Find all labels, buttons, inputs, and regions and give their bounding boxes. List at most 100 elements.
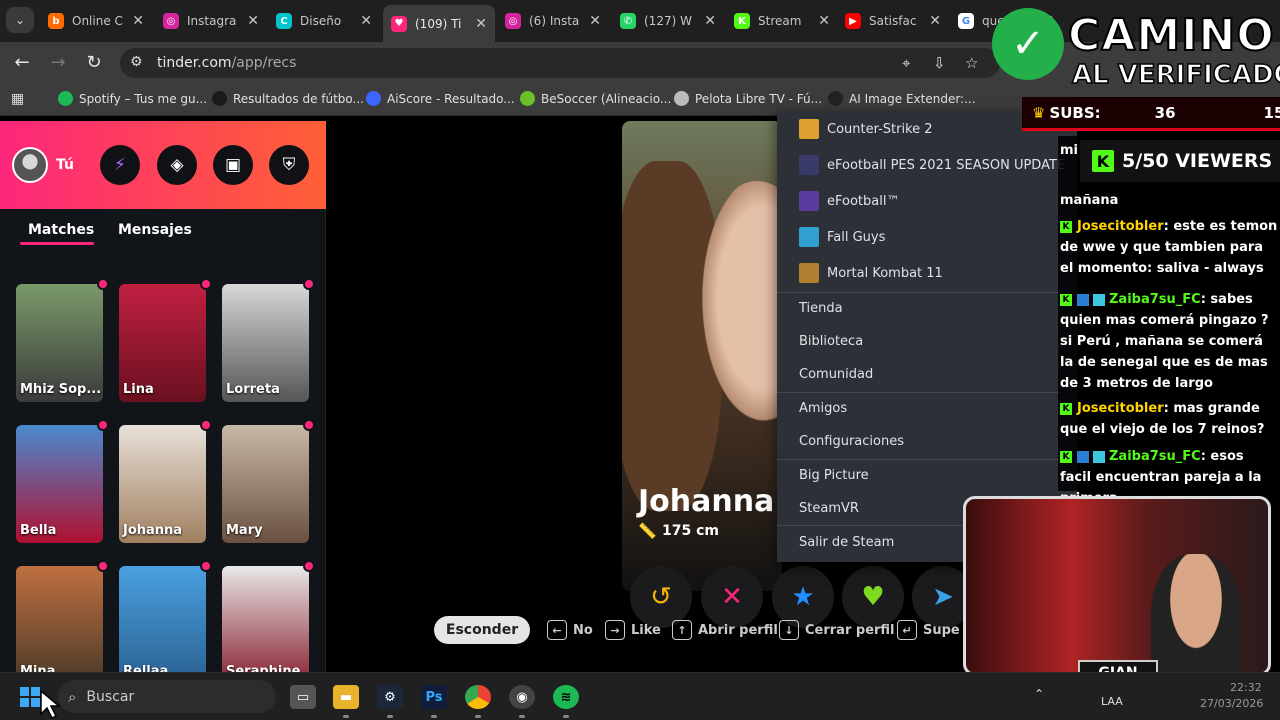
chat-username: Josecitobler [1077,401,1164,416]
explore-icon[interactable]: ◈ [157,145,197,185]
browser-tab[interactable]: C Diseño ✕ [268,6,380,36]
bookmark-item[interactable]: Spotify – Tus me gu... [58,91,207,106]
apps-grid-icon[interactable]: ▦ [11,91,24,107]
windows-start-icon[interactable] [20,687,40,707]
bookmark-item[interactable]: AiScore - Resultado... [366,91,515,106]
steam-menu-item[interactable]: Tienda [799,301,843,316]
browser-tab[interactable]: ✆ (127) W ✕ [612,6,724,36]
hide-shortcuts-button[interactable]: Esconder [434,616,530,644]
tab-close-icon[interactable]: ✕ [475,16,487,32]
taskbar-search[interactable]: ⌕ Buscar [58,680,276,713]
address-bar[interactable]: ⚙ tinder.com/app/recs ⌖ ⇩ ☆ [120,48,1000,78]
back-button[interactable]: ← [11,52,33,73]
tab-favicon-icon: K [734,13,750,29]
match-card[interactable]: Lina [119,284,206,402]
briefcase-icon[interactable]: ▣ [213,145,253,185]
site-info-icon[interactable]: ⚙ [130,54,143,70]
tab-favicon-icon: ✆ [620,13,636,29]
clock-time[interactable]: 22:32 [1230,681,1262,694]
steam-recent-game[interactable]: eFootball™ [777,183,1077,219]
match-card[interactable]: Mina [16,566,103,684]
search-icon: ⌕ [68,687,77,706]
tab-close-icon[interactable]: ✕ [589,13,601,29]
key-arrow-icon: ↑ [672,620,692,640]
steam-menu-item[interactable]: Configuraciones [799,434,904,449]
match-card[interactable]: Seraphine [222,566,309,684]
tab-close-icon[interactable]: ✕ [818,13,830,29]
browser-tab[interactable]: ▶ Satisfac ✕ [837,6,949,36]
tab-close-icon[interactable]: ✕ [360,13,372,29]
steam-menu-item[interactable]: Biblioteca [799,334,863,349]
browser-tab[interactable]: ◎ Instagra ✕ [155,6,267,36]
tab-label: (127) W [644,14,692,28]
match-card[interactable]: Rellaa [119,566,206,684]
spotify-icon[interactable]: ≋ [553,685,579,709]
steam-menu-item[interactable]: Salir de Steam [799,535,894,550]
input-language[interactable]: LAA [1101,695,1123,708]
profile-card[interactable] [622,121,782,591]
match-card[interactable]: Lorreta [222,284,309,402]
viewers-text: 5/50 VIEWERS [1122,150,1273,172]
reload-button[interactable]: ↻ [83,52,105,73]
tab-messages[interactable]: Mensajes [118,222,192,238]
match-card[interactable]: Johanna [119,425,206,543]
sub-badge-icon [1077,293,1089,306]
shield-icon[interactable]: ⛨ [269,145,309,185]
tab-search-button[interactable]: ⌄ [6,7,34,33]
steam-menu-item[interactable]: Amigos [799,401,847,416]
bookmark-item[interactable]: Resultados de fútbo... [212,91,364,106]
bookmark-item[interactable]: AI Image Extender:... [828,91,976,106]
game-label: eFootball PES 2021 SEASON UPDATE [827,157,1066,173]
browser-tab[interactable]: K Stream ✕ [726,6,838,36]
bookmark-label: Spotify – Tus me gu... [79,91,208,106]
tray-chevron-icon[interactable]: ⌃ [1034,687,1044,701]
bookmark-item[interactable]: BeSoccer (Alineacio... [520,91,671,106]
game-label: eFootball™ [827,193,900,209]
kick-badge-icon: K [1060,450,1072,463]
bookmark-item[interactable]: Pelota Libre TV - Fú... [674,91,822,106]
browser-tab[interactable]: ◎ (6) Insta ✕ [497,6,609,36]
chat-username: Zaiba7su_FC [1109,449,1201,464]
user-name[interactable]: Tú [56,157,74,173]
steam-recent-game[interactable]: Mortal Kombat 11 [777,255,1077,291]
avatar[interactable] [12,147,48,183]
shortcut-label: Cerrar perfil [805,622,895,638]
match-name: Lorreta [226,382,280,397]
steam-menu-item[interactable]: Big Picture [799,468,869,483]
forward-button[interactable]: → [47,52,69,73]
install-app-icon[interactable]: ⇩ [933,54,946,72]
browser-tab[interactable]: ♥ (109) Ti ✕ [383,5,495,42]
clock-date[interactable]: 27/03/2026 [1200,697,1263,710]
steam-recent-game[interactable]: eFootball PES 2021 SEASON UPDATE [777,147,1077,183]
tab-close-icon[interactable]: ✕ [929,13,941,29]
photoshop-icon[interactable]: Ps [421,685,447,709]
sidebar-header: Tú ⚡ ◈ ▣ ⛨ [0,121,326,209]
steam-icon[interactable]: ⚙ [377,685,403,709]
overlay-title: CAMINO [1067,9,1275,62]
bookmark-star-icon[interactable]: ☆ [965,54,978,72]
search-placeholder: Buscar [86,688,135,705]
obs-icon[interactable]: ◉ [509,685,535,709]
url-text[interactable]: tinder.com/app/recs [157,55,296,71]
location-icon[interactable]: ⌖ [902,54,910,72]
tab-matches[interactable]: Matches [28,222,94,238]
tab-close-icon[interactable]: ✕ [132,13,144,29]
file-explorer-icon[interactable]: ▬ [333,685,359,709]
steam-recent-game[interactable]: Fall Guys [777,219,1077,255]
bookmark-label: Resultados de fútbo... [233,91,364,106]
steam-menu-item[interactable]: SteamVR [799,501,859,516]
tab-close-icon[interactable]: ✕ [704,13,716,29]
webcam-overlay [963,496,1271,676]
match-card[interactable]: Mary [222,425,309,543]
tab-close-icon[interactable]: ✕ [247,13,259,29]
active-tab-indicator [20,242,94,245]
url-host: tinder.com [157,55,232,71]
match-card[interactable]: Mhiz Sop... [16,284,103,402]
task-view-icon[interactable]: ▭ [290,685,316,709]
match-card[interactable]: Bella [16,425,103,543]
chrome-icon[interactable] [465,685,491,709]
boost-icon[interactable]: ⚡ [100,145,140,185]
steam-menu-item[interactable]: Comunidad [799,367,873,382]
browser-tab[interactable]: b Online C ✕ [40,6,152,36]
bookmark-label: Pelota Libre TV - Fú... [695,91,823,106]
